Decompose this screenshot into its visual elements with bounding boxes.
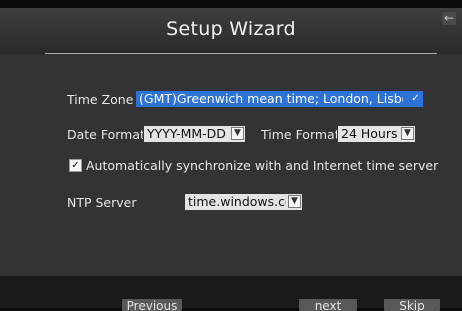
ntp-server-value: time.windows.com	[188, 194, 286, 209]
next-button[interactable]: next	[299, 299, 357, 311]
date-format-select[interactable]: YYYY-MM-DD ▼	[144, 126, 245, 142]
previous-button[interactable]: Previous	[122, 299, 182, 311]
chevron-down-icon: ▼	[288, 195, 301, 208]
chevron-down-icon: ✓	[409, 92, 422, 105]
form-panel: Time Zone (GMT)Greenwich mean time; Lond…	[0, 54, 462, 276]
chevron-down-icon: ▼	[231, 127, 244, 140]
date-format-value: YYYY-MM-DD	[147, 126, 226, 141]
time-format-label: Time Format	[261, 127, 337, 142]
ntp-server-label: NTP Server	[67, 195, 137, 210]
sync-label: Automatically synchronize with and Inter…	[86, 158, 439, 173]
window-title: Setup Wizard	[166, 18, 296, 40]
chevron-down-icon: ▼	[401, 127, 414, 140]
back-arrow-icon[interactable]: ←	[442, 12, 456, 25]
check-icon: ✓	[71, 160, 80, 171]
sync-checkbox[interactable]: ✓	[69, 159, 82, 172]
title-bar: Setup Wizard ←	[0, 8, 462, 54]
time-zone-value: (GMT)Greenwich mean time; London, Lisbon	[139, 91, 403, 106]
date-format-label: Date Format	[67, 127, 143, 142]
setup-wizard-window: Setup Wizard ← Time Zone (GMT)Greenwich …	[0, 8, 462, 311]
time-zone-label: Time Zone	[67, 92, 134, 107]
skip-button[interactable]: Skip	[384, 299, 440, 311]
ntp-server-select[interactable]: time.windows.com ▼	[185, 194, 302, 210]
button-bar: Previous next Skip	[0, 276, 462, 311]
time-format-value: 24 Hours	[341, 126, 398, 141]
time-format-select[interactable]: 24 Hours ▼	[338, 126, 415, 142]
time-zone-select[interactable]: (GMT)Greenwich mean time; London, Lisbon…	[136, 91, 423, 107]
